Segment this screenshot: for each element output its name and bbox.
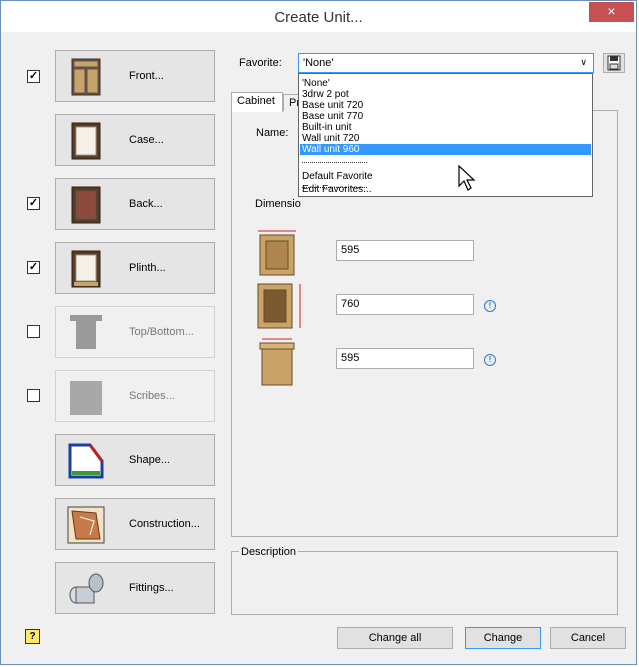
depth-dimension-icon [259, 338, 295, 386]
back-checkbox[interactable]: ✓ [27, 197, 40, 210]
change-all-button[interactable]: Change all [337, 627, 453, 649]
tab-cabinet[interactable]: Cabinet [231, 92, 283, 112]
top-bottom-button[interactable]: Top/Bottom... [55, 306, 215, 358]
cancel-button[interactable]: Cancel [550, 627, 626, 649]
fittings-button[interactable]: Fittings... [55, 562, 215, 614]
front-checkbox[interactable]: ✓ [27, 70, 40, 83]
front-button[interactable]: Front... [55, 50, 215, 102]
help-icon[interactable]: ? [25, 629, 40, 644]
close-button[interactable]: × [589, 2, 634, 22]
save-favorite-button[interactable] [603, 53, 625, 73]
shape-icon [68, 443, 104, 479]
scribes-button[interactable]: Scribes... [55, 370, 215, 422]
back-label: Back... [129, 198, 163, 210]
favorite-combo[interactable]: 'None' ∨ [298, 53, 594, 73]
case-label: Case... [129, 134, 164, 146]
plinth-button[interactable]: Plinth... [55, 242, 215, 294]
scribes-label: Scribes... [129, 390, 175, 402]
favorite-value: 'None' [303, 57, 334, 69]
edit-favorites-option[interactable]: Edit Favorites... [300, 184, 591, 195]
shape-button[interactable]: Shape... [55, 434, 215, 486]
description-label: Description [239, 546, 299, 558]
case-button[interactable]: Case... [55, 114, 215, 166]
width-input[interactable]: 595 [336, 240, 474, 261]
top-bottom-label: Top/Bottom... [129, 326, 194, 338]
dropdown-separator [302, 162, 367, 163]
favorite-option[interactable]: 3drw 2 pot [300, 89, 591, 100]
back-button[interactable]: Back... [55, 178, 215, 230]
floppy-disk-icon [607, 55, 621, 71]
chevron-down-icon: ∨ [580, 57, 587, 67]
top-bottom-icon [70, 315, 102, 349]
plinth-label: Plinth... [129, 262, 166, 274]
mouse-cursor-icon [458, 164, 476, 191]
construction-label: Construction... [129, 518, 200, 530]
plinth-icon [71, 250, 101, 288]
name-label: Name: [256, 127, 289, 139]
favorite-dropdown-list: 'None' 3drw 2 pot Base unit 720 Base uni… [298, 73, 593, 197]
construction-button[interactable]: Construction... [55, 498, 215, 550]
favorite-option[interactable]: 'None' [300, 78, 591, 89]
favorite-option-selected[interactable]: Wall unit 960 [300, 144, 591, 155]
top-bottom-checkbox[interactable] [27, 325, 40, 338]
favorite-option[interactable]: Base unit 720 [300, 100, 591, 111]
title-bar: Create Unit... × [1, 1, 636, 32]
fittings-icon [69, 573, 104, 604]
construction-icon [67, 506, 105, 544]
scribes-checkbox[interactable] [27, 389, 40, 402]
front-label: Front... [129, 70, 164, 82]
description-box [231, 551, 618, 615]
dialog-title: Create Unit... [274, 9, 363, 26]
front-cabinet-icon [71, 58, 101, 96]
change-button[interactable]: Change [465, 627, 541, 649]
fittings-label: Fittings... [129, 582, 174, 594]
favorite-label: Favorite: [239, 57, 282, 69]
favorite-option[interactable]: Wall unit 720 [300, 133, 591, 144]
info-icon[interactable]: ! [484, 300, 496, 312]
back-panel-icon [71, 186, 101, 224]
default-favorite-option[interactable]: Default Favorite [300, 171, 591, 182]
case-icon [71, 122, 101, 160]
plinth-checkbox[interactable]: ✓ [27, 261, 40, 274]
scribes-icon [70, 381, 102, 415]
favorite-option[interactable]: Built-in unit [300, 122, 591, 133]
height-dimension-icon [257, 283, 301, 329]
favorite-option[interactable]: Base unit 770 [300, 111, 591, 122]
height-input[interactable]: 760 [336, 294, 474, 315]
dimensions-label: Dimensio [255, 198, 301, 210]
depth-input[interactable]: 595 [336, 348, 474, 369]
info-icon[interactable]: ! [484, 354, 496, 366]
shape-label: Shape... [129, 454, 170, 466]
